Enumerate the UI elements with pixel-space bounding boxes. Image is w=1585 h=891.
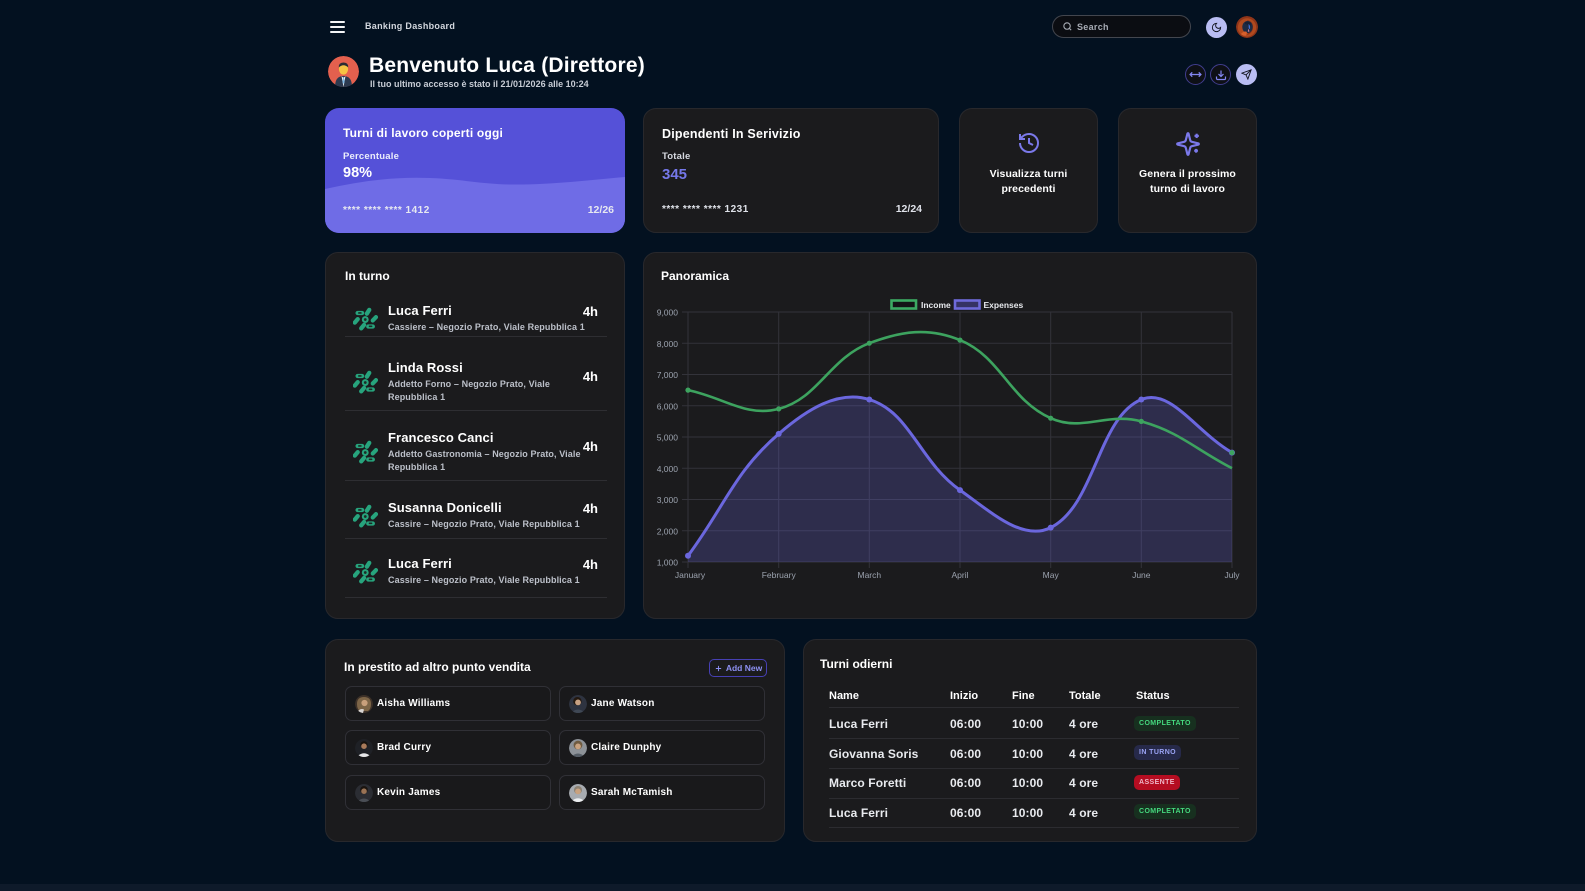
svg-text:April: April xyxy=(951,570,968,580)
svg-text:January: January xyxy=(675,570,706,580)
svg-text:5,000: 5,000 xyxy=(657,433,679,443)
svg-text:2,000: 2,000 xyxy=(657,526,679,536)
svg-text:July: July xyxy=(1224,570,1240,580)
svg-text:1,000: 1,000 xyxy=(657,558,679,568)
svg-text:6,000: 6,000 xyxy=(657,401,679,411)
svg-text:May: May xyxy=(1043,570,1060,580)
svg-text:February: February xyxy=(762,570,797,580)
svg-text:8,000: 8,000 xyxy=(657,339,679,349)
svg-text:9,000: 9,000 xyxy=(657,308,679,318)
svg-text:Income: Income xyxy=(921,300,951,310)
svg-text:7,000: 7,000 xyxy=(657,370,679,380)
svg-text:Expenses: Expenses xyxy=(984,300,1024,310)
svg-text:3,000: 3,000 xyxy=(657,495,679,505)
svg-text:4,000: 4,000 xyxy=(657,464,679,474)
svg-text:June: June xyxy=(1132,570,1151,580)
svg-text:March: March xyxy=(857,570,881,580)
